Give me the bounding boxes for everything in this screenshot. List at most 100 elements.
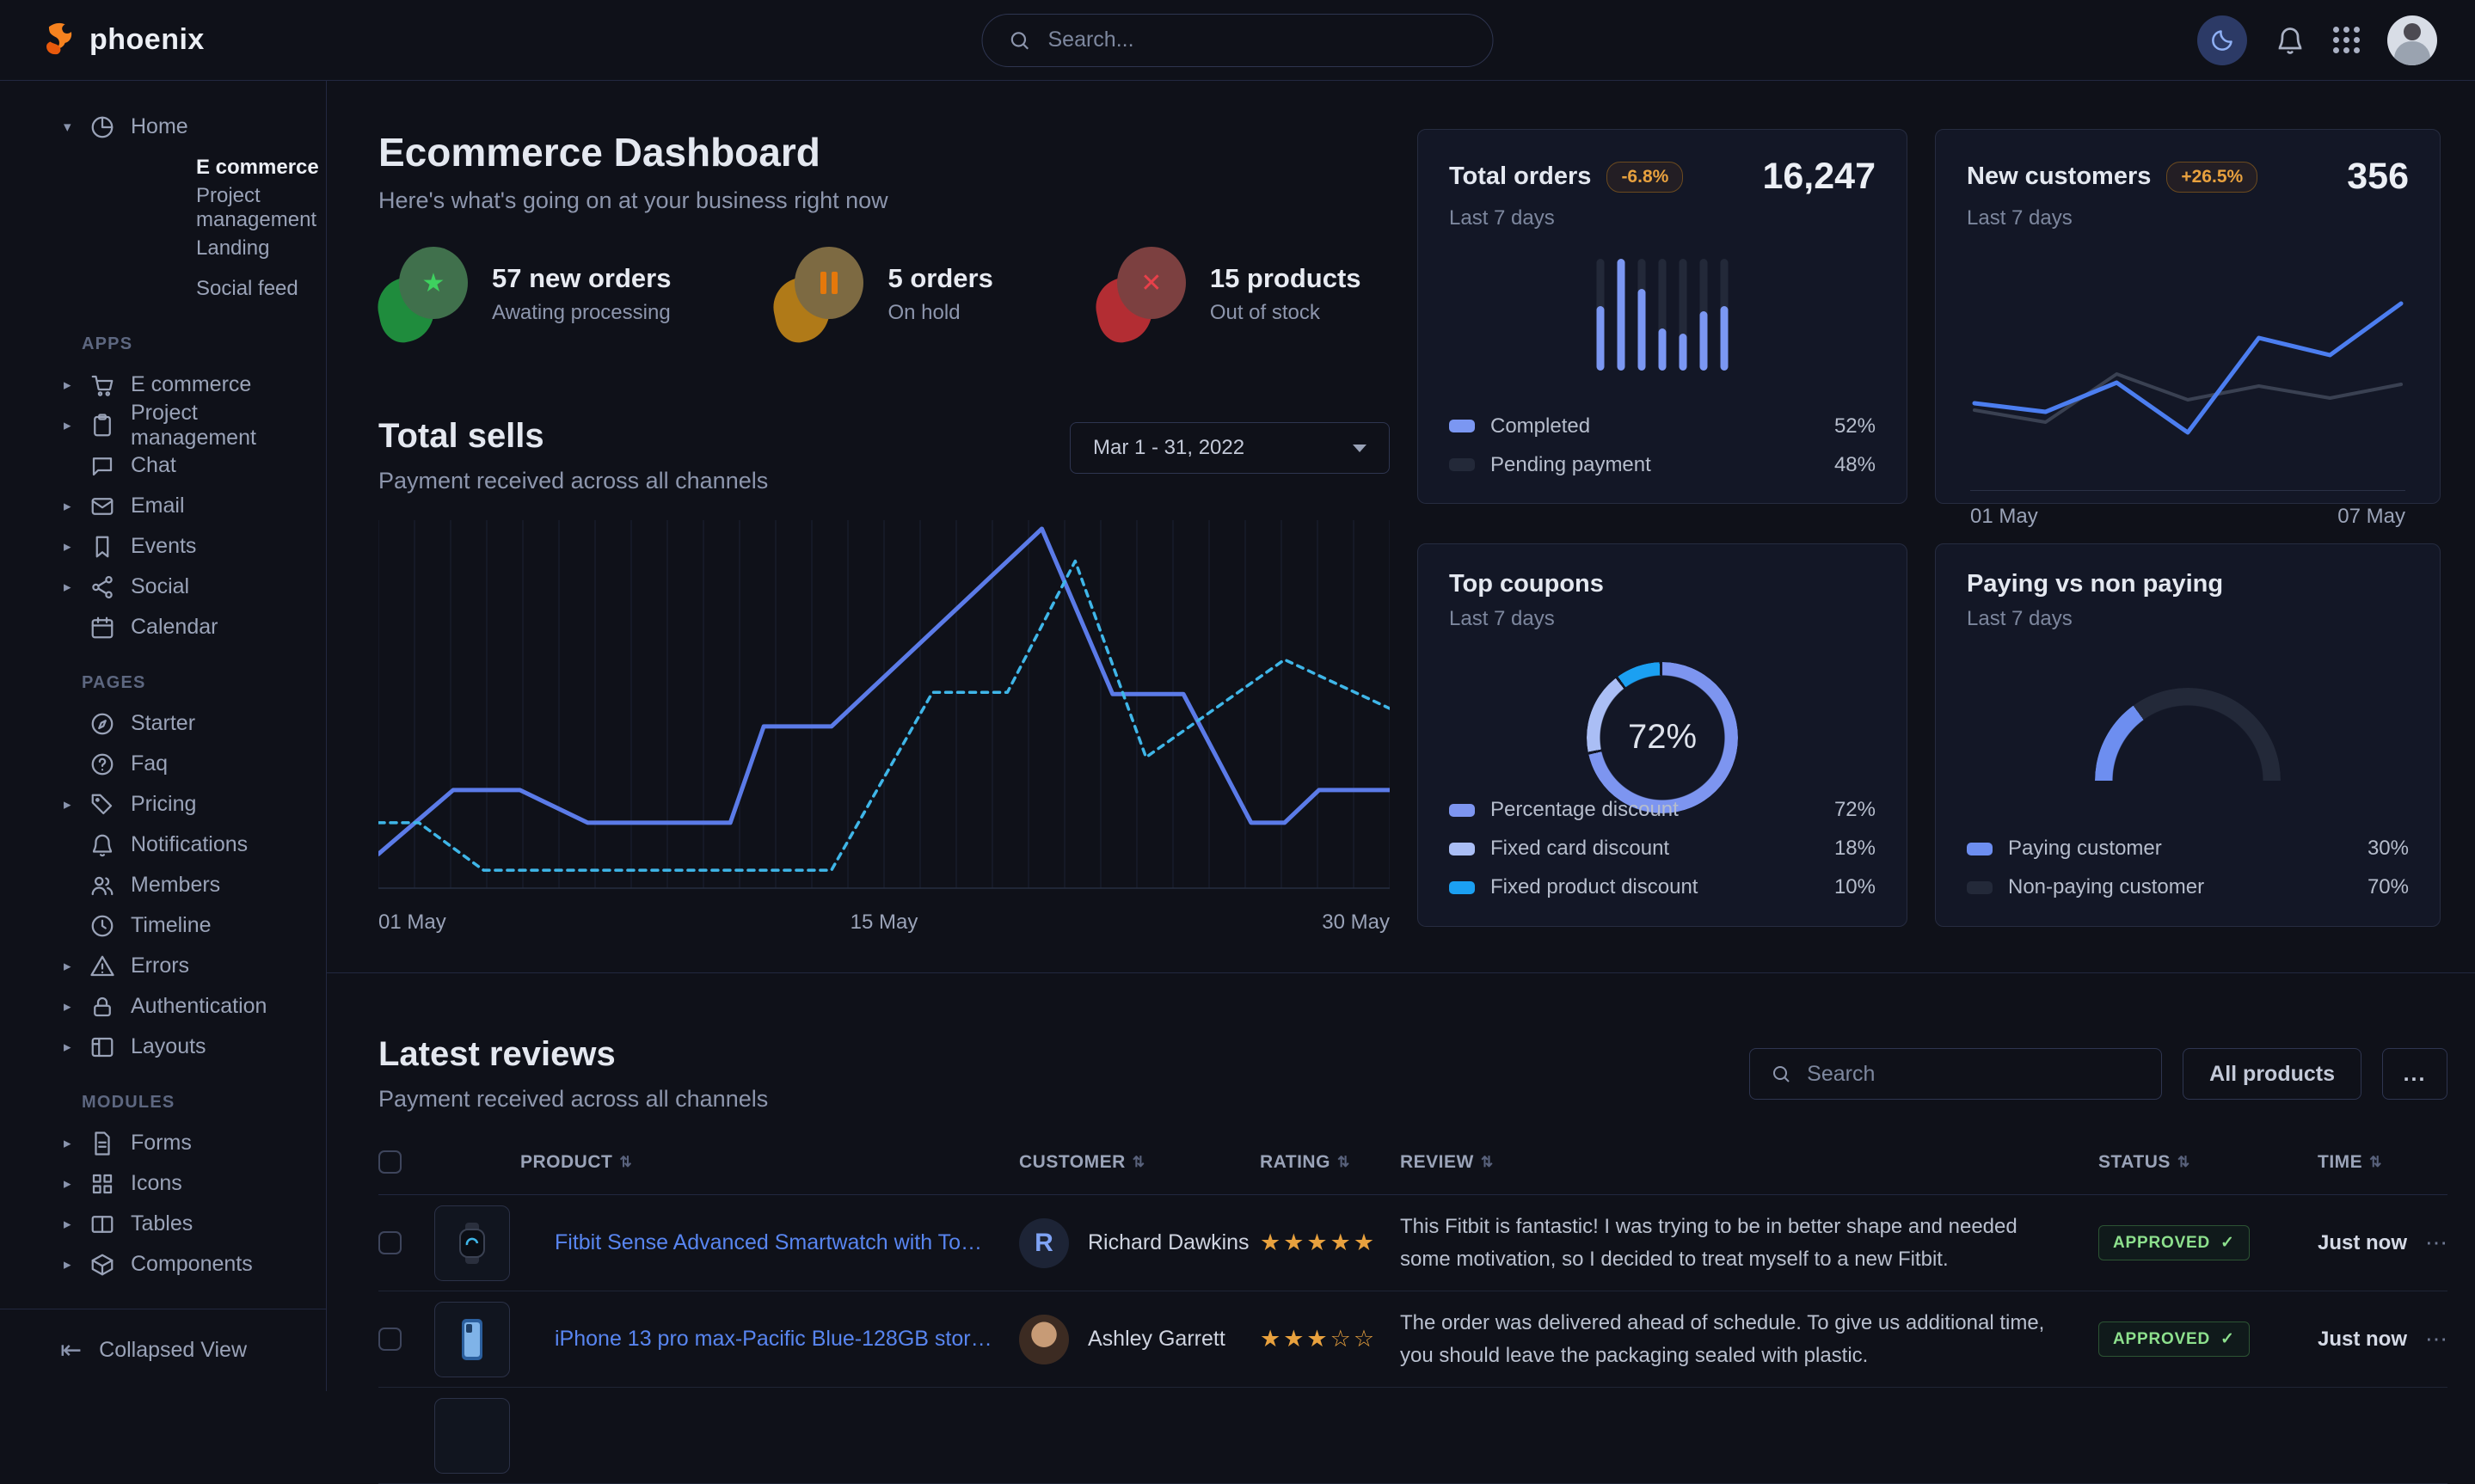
sort-icon: ⇅	[1337, 1154, 1350, 1171]
legend-value: 30%	[2368, 837, 2409, 861]
legend-row: Percentage discount72%	[1449, 791, 1876, 830]
profile-avatar[interactable]	[2387, 15, 2437, 65]
sidebar-item-label: Email	[127, 494, 185, 518]
row-checkbox[interactable]	[378, 1328, 402, 1351]
column-header[interactable]: STATUS	[2098, 1152, 2171, 1173]
check-icon: ✓	[2220, 1329, 2235, 1349]
row-menu-button[interactable]: ⋯	[2425, 1230, 2447, 1256]
sidebar-item-layouts[interactable]: ▸Layouts	[0, 1027, 326, 1067]
sidebar-item-home[interactable]: ▾ Home	[0, 107, 326, 147]
row-menu-button[interactable]: ⋯	[2425, 1326, 2447, 1352]
sidebar-subitem-project-management[interactable]: Project management	[0, 187, 326, 228]
total-orders-card: Total orders -6.8% 16,247 Last 7 days Co…	[1417, 129, 1907, 504]
logo[interactable]: phoenix	[38, 21, 205, 60]
reviews-search[interactable]	[1749, 1048, 2162, 1100]
more-options-button[interactable]: ...	[2382, 1048, 2447, 1100]
layout-icon	[89, 1034, 127, 1060]
global-search-input[interactable]	[1047, 27, 1467, 53]
date-range-select[interactable]: Mar 1 - 31, 2022	[1070, 422, 1390, 474]
table-row: Fitbit Sense Advanced Smartwatch with To…	[378, 1195, 2447, 1291]
sidebar-item-errors[interactable]: ▸Errors	[0, 946, 326, 986]
row-checkbox[interactable]	[378, 1231, 402, 1254]
caret-right-icon: ▸	[64, 498, 89, 515]
reviews-subtitle: Payment received across all channels	[378, 1086, 768, 1113]
sidebar-item-starter[interactable]: Starter	[0, 703, 326, 744]
sidebar-item-e-commerce[interactable]: ▸E commerce	[0, 365, 326, 405]
select-all-checkbox[interactable]	[378, 1150, 402, 1174]
product-thumbnail	[434, 1302, 510, 1377]
all-products-button[interactable]: All products	[2183, 1048, 2361, 1100]
sidebar-item-tables[interactable]: ▸Tables	[0, 1204, 326, 1244]
reviews-search-input[interactable]	[1805, 1061, 2140, 1088]
sidebar-item-label: Icons	[127, 1171, 182, 1196]
check-icon: ✓	[2220, 1233, 2235, 1253]
card-period: Last 7 days	[1967, 607, 2409, 631]
bar-track	[1618, 259, 1625, 371]
dark-mode-toggle[interactable]	[2197, 15, 2247, 65]
sidebar-item-label: E commerce	[127, 372, 251, 397]
time-cell: Just now	[2283, 1328, 2425, 1352]
product-link[interactable]: iPhone 13 pro max-Pacific Blue-128GB sto…	[555, 1327, 1019, 1352]
sidebar-item-notifications[interactable]: Notifications	[0, 825, 326, 865]
card-value: 356	[2347, 156, 2409, 198]
sidebar-item-label: Project management	[127, 401, 326, 451]
x-axis-label: 01 May	[1970, 505, 2038, 529]
help-icon	[89, 751, 127, 777]
sidebar-subitem-e-commerce[interactable]: E commerce	[0, 147, 326, 187]
sort-icon: ⇅	[2369, 1154, 2382, 1171]
legend-label: Paying customer	[2008, 837, 2352, 861]
bar-fill	[1618, 259, 1625, 371]
sidebar-item-calendar[interactable]: Calendar	[0, 607, 326, 647]
bar-track	[1721, 259, 1729, 371]
stat-red: ✕15 productsOut of stock	[1096, 247, 1361, 341]
sidebar-subitem-landing[interactable]: Landing	[0, 228, 326, 268]
collapse-view-toggle[interactable]: ⇤ Collapsed View	[0, 1309, 326, 1391]
sidebar-item-members[interactable]: Members	[0, 865, 326, 905]
sidebar-item-email[interactable]: ▸ Email	[0, 486, 326, 526]
sidebar-item-events[interactable]: ▸Events	[0, 526, 326, 567]
sidebar-item-chat[interactable]: Chat	[0, 445, 326, 486]
top-navbar: phoenix	[0, 0, 2475, 81]
caret-right-icon: ▸	[64, 998, 89, 1015]
box-icon	[89, 1252, 127, 1278]
legend-label: Non-paying customer	[2008, 875, 2352, 899]
legend-swatch	[1449, 420, 1475, 432]
column-header[interactable]: RATING	[1260, 1152, 1330, 1173]
stat-green: ★57 new ordersAwating processing	[378, 247, 671, 341]
sidebar-item-pricing[interactable]: ▸Pricing	[0, 784, 326, 825]
lock-icon	[89, 994, 127, 1020]
product-link[interactable]: Fitbit Sense Advanced Smartwatch with To…	[555, 1230, 1019, 1255]
column-header[interactable]: REVIEW	[1400, 1152, 1474, 1173]
stat-text: 57 new ordersAwating processing	[492, 263, 671, 325]
rating-stars: ★★★☆☆	[1260, 1326, 1400, 1352]
sidebar-item-timeline[interactable]: Timeline	[0, 905, 326, 946]
caret-down-icon: ▾	[64, 119, 89, 136]
sidebar-item-icons[interactable]: ▸Icons	[0, 1163, 326, 1204]
sidebar-item-components[interactable]: ▸Components	[0, 1244, 326, 1285]
notifications-button[interactable]	[2275, 25, 2306, 56]
grid4-icon	[89, 1171, 127, 1197]
stat-blob-icon: ✕	[1096, 247, 1186, 341]
sidebar-item-label: Layouts	[127, 1034, 206, 1059]
page-subtitle: Here's what's going on at your business …	[378, 187, 1390, 214]
apps-grid-button[interactable]	[2333, 27, 2360, 53]
paying-card: Paying vs non paying Last 7 days Paying …	[1935, 543, 2441, 927]
global-search[interactable]	[982, 14, 1494, 67]
table-row	[378, 1388, 2447, 1484]
sidebar-item-authentication[interactable]: ▸Authentication	[0, 986, 326, 1027]
sidebar-subitem-social-feed[interactable]: Social feed	[0, 268, 326, 309]
legend-label: Fixed card discount	[1490, 837, 1819, 861]
legend-value: 48%	[1834, 453, 1876, 477]
sidebar-item-label: Calendar	[127, 615, 218, 640]
column-header[interactable]: PRODUCT	[520, 1152, 612, 1173]
column-header[interactable]: TIME	[2318, 1152, 2362, 1173]
sidebar-item-social[interactable]: ▸Social	[0, 567, 326, 607]
sidebar-item-project-management[interactable]: ▸Project management	[0, 405, 326, 445]
caret-right-icon: ▸	[64, 538, 89, 555]
sidebar-item-faq[interactable]: Faq	[0, 744, 326, 784]
bell-icon	[2275, 25, 2306, 56]
sidebar-item-forms[interactable]: ▸Forms	[0, 1123, 326, 1163]
column-header[interactable]: CUSTOMER	[1019, 1152, 1126, 1173]
bar-fill	[1638, 289, 1646, 371]
search-icon	[1009, 29, 1031, 52]
